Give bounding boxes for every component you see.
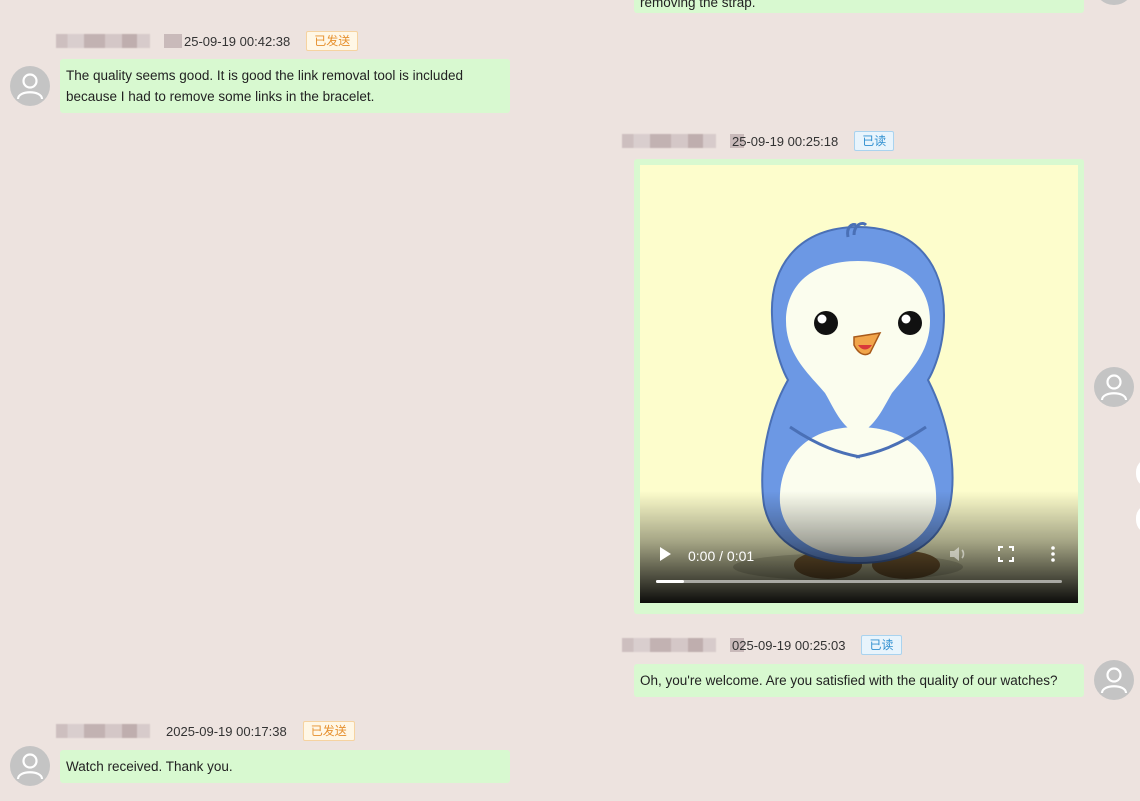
message-text: removing the strap. bbox=[640, 0, 756, 10]
message-text: The quality seems good. It is good the l… bbox=[66, 68, 463, 104]
avatar[interactable] bbox=[1094, 0, 1134, 5]
status-badge: 已读 bbox=[854, 131, 895, 151]
user-icon bbox=[1100, 374, 1128, 401]
user-icon bbox=[1094, 0, 1134, 5]
scroll-handle[interactable] bbox=[1136, 504, 1140, 534]
video-progress-bar[interactable] bbox=[656, 580, 1062, 583]
message-bubble: Watch received. Thank you. bbox=[60, 750, 510, 783]
user-icon bbox=[16, 753, 44, 780]
avatar[interactable] bbox=[10, 66, 50, 106]
message-meta: 25-09-19 00:42:38 已发送 bbox=[56, 30, 359, 52]
avatar[interactable] bbox=[1094, 660, 1134, 700]
message-timestamp: 2025-09-19 00:17:38 bbox=[166, 723, 287, 739]
scroll-handle[interactable] bbox=[1136, 458, 1140, 488]
message-timestamp: 25-09-19 00:25:18 bbox=[732, 133, 839, 149]
video-player[interactable]: 0:00 / 0:01 bbox=[640, 165, 1078, 603]
sender-name-blurred bbox=[622, 134, 716, 148]
sender-name-blurred bbox=[622, 638, 716, 652]
user-icon bbox=[1100, 667, 1128, 694]
fullscreen-icon[interactable] bbox=[998, 546, 1014, 562]
message-text: Watch received. Thank you. bbox=[66, 759, 233, 774]
message-timestamp: 025-09-19 00:25:03 bbox=[732, 637, 846, 653]
message-meta: 025-09-19 00:25:03 已读 bbox=[622, 634, 902, 656]
play-icon[interactable] bbox=[658, 546, 672, 562]
avatar[interactable] bbox=[1094, 367, 1134, 407]
message-bubble-top: removing the strap. bbox=[634, 0, 1084, 13]
volume-icon[interactable] bbox=[948, 545, 968, 563]
video-controls: 0:00 / 0:01 bbox=[640, 491, 1078, 603]
status-badge: 已发送 bbox=[306, 31, 359, 51]
message-text: Oh, you're welcome. Are you satisfied wi… bbox=[640, 673, 1058, 688]
video-time: 0:00 / 0:01 bbox=[688, 548, 755, 564]
avatar[interactable] bbox=[10, 746, 50, 786]
message-bubble: Oh, you're welcome. Are you satisfied wi… bbox=[634, 664, 1084, 697]
sender-name-blurred bbox=[56, 724, 150, 738]
message-bubble: The quality seems good. It is good the l… bbox=[60, 59, 510, 113]
status-badge: 已发送 bbox=[302, 721, 355, 741]
video-progress-fill bbox=[656, 580, 685, 583]
message-timestamp: 25-09-19 00:42:38 bbox=[184, 33, 291, 49]
status-badge: 已读 bbox=[861, 635, 902, 655]
video-message-bubble: 0:00 / 0:01 bbox=[634, 159, 1084, 614]
more-vertical-icon[interactable] bbox=[1050, 545, 1056, 563]
message-meta: 2025-09-19 00:17:38 已发送 bbox=[56, 720, 355, 742]
message-meta: 25-09-19 00:25:18 已读 bbox=[622, 130, 895, 152]
sender-name-blurred bbox=[56, 34, 150, 48]
user-icon bbox=[16, 73, 44, 100]
sender-name-blurred bbox=[164, 34, 182, 48]
